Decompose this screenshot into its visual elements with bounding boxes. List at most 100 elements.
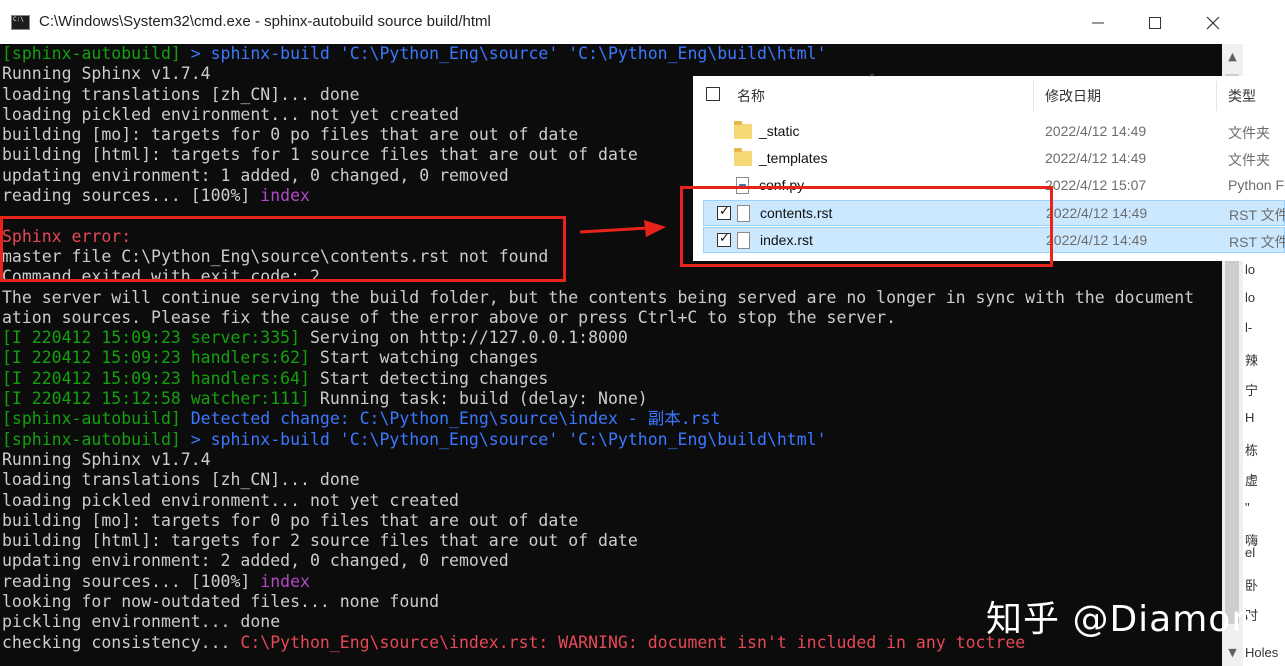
- background-text-fragment: Holes: [1245, 645, 1279, 660]
- console-segment: loading pickled environment... not yet c…: [2, 104, 459, 124]
- file-type: 文件夹: [1228, 125, 1270, 141]
- file-date: 2022/4/12 14:49: [1046, 205, 1148, 221]
- console-line: updating environment: 2 added, 0 changed…: [2, 551, 1194, 571]
- console-segment: [I 220412 15:09:23 server:335]: [2, 328, 310, 348]
- column-header: ^ 名称 修改日期 类型: [693, 73, 1285, 114]
- minimize-button[interactable]: [1075, 8, 1121, 38]
- console-line: reading sources... [100%] index: [2, 572, 1194, 592]
- background-text-fragment: 宁: [1245, 383, 1259, 398]
- console-segment: reading sources... [100%]: [2, 186, 261, 206]
- console-line: [sphinx-autobuild] > sphinx-build 'C:\Py…: [2, 430, 1194, 450]
- error-highlight-box: [0, 216, 566, 282]
- console-segment: checking consistency...: [2, 632, 241, 652]
- console-line: [I 220412 15:09:23 server:335] Serving o…: [2, 328, 1194, 348]
- background-text-fragment: lo: [1245, 262, 1256, 277]
- console-segment: The server will continue serving the bui…: [2, 287, 1195, 307]
- background-text-fragment: el: [1245, 545, 1256, 560]
- console-segment: > sphinx-build 'C:\Python_Eng\source' 'C…: [190, 429, 827, 449]
- scroll-down-icon[interactable]: ▼: [1222, 642, 1243, 662]
- console-segment: [sphinx-autobuild]: [2, 409, 191, 429]
- console-line: Running Sphinx v1.7.4: [2, 450, 1194, 470]
- file-name: _static: [759, 123, 800, 139]
- console-line: loading translations [zh_CN]... done: [2, 470, 1194, 490]
- console-segment: pickling environment...: [2, 612, 241, 632]
- console-segment: looking for now-outdated files... none f…: [2, 592, 440, 612]
- console-segment: Start detecting changes: [319, 368, 549, 388]
- maximize-button[interactable]: [1132, 8, 1178, 38]
- console-line: The server will continue serving the bui…: [2, 288, 1194, 308]
- console-segment: C:\Python_Eng\source\index.rst: WARNING:…: [240, 632, 1026, 652]
- console-segment: index: [260, 186, 310, 206]
- background-text-fragment: ": [1245, 500, 1250, 515]
- console-segment: loading translations [zh_CN]... done: [2, 84, 360, 104]
- console-line: [sphinx-autobuild] Detected change: C:\P…: [2, 409, 1194, 429]
- file-type: RST 文件: [1229, 234, 1285, 250]
- console-line: [I 220412 15:12:58 watcher:111] Running …: [2, 389, 1194, 409]
- console-segment: [sphinx-autobuild]: [2, 44, 191, 63]
- close-button[interactable]: [1190, 8, 1236, 38]
- sort-caret-icon: ^: [868, 73, 877, 84]
- files-highlight-box: [680, 186, 1053, 267]
- console-segment: updating environment: 1 added, 0 changed…: [2, 165, 509, 185]
- column-date[interactable]: 修改日期: [1045, 86, 1101, 106]
- file-date: 2022/4/12 15:07: [1045, 177, 1147, 193]
- console-segment: index: [260, 571, 310, 591]
- console-segment: loading pickled environment... not yet c…: [2, 490, 459, 510]
- background-text-fragment: 栋: [1245, 443, 1259, 458]
- background-text-fragment: 辣: [1245, 353, 1259, 368]
- folder-icon: [734, 148, 752, 166]
- maximize-icon: [1149, 17, 1161, 29]
- console-segment: done: [240, 612, 281, 632]
- scroll-up-icon[interactable]: ▲: [1222, 46, 1243, 66]
- console-segment: Running Sphinx v1.7.4: [2, 64, 211, 84]
- console-segment: Running Sphinx v1.7.4: [2, 449, 211, 469]
- console-segment: Detected change: C:\Python_Eng\source\in…: [190, 409, 721, 429]
- console-line: [I 220412 15:09:23 handlers:62] Start wa…: [2, 348, 1194, 368]
- console-segment: [I 220412 15:09:23 handlers:62]: [2, 348, 320, 368]
- file-row[interactable]: _static 2022/4/12 14:49 文件夹: [703, 119, 1285, 145]
- console-segment: Start watching changes: [319, 348, 539, 368]
- console-line: building [mo]: targets for 0 po files th…: [2, 511, 1194, 531]
- console-segment: Running task: build (delay: None): [319, 389, 648, 409]
- background-text-fragment: lo: [1245, 290, 1256, 305]
- watermark: 知乎 @Diamon: [986, 599, 1256, 640]
- column-name[interactable]: 名称: [737, 86, 765, 106]
- background-text-fragment: 虚: [1245, 473, 1259, 488]
- console-segment: [I 220412 15:09:23 handlers:64]: [2, 368, 320, 388]
- title-bar[interactable]: C:\Windows\System32\cmd.exe - sphinx-aut…: [0, 0, 1243, 45]
- cmd-icon: [11, 15, 30, 30]
- window-title: C:\Windows\System32\cmd.exe - sphinx-aut…: [39, 13, 491, 30]
- console-segment: building [html]: targets for 1 source fi…: [2, 145, 638, 165]
- file-date: 2022/4/12 14:49: [1045, 150, 1147, 166]
- console-segment: Serving on http://127.0.0.1:8000: [309, 328, 628, 348]
- file-type: Python File: [1228, 177, 1285, 193]
- console-line: [sphinx-autobuild] > sphinx-build 'C:\Py…: [2, 44, 1194, 64]
- file-type: 文件夹: [1228, 152, 1270, 168]
- console-segment: building [mo]: targets for 0 po files th…: [2, 125, 579, 145]
- close-icon: [1206, 16, 1220, 30]
- folder-icon: [734, 121, 752, 139]
- annotation-arrow-icon: [579, 220, 666, 237]
- select-all-checkbox[interactable]: [706, 87, 720, 101]
- console-segment: loading translations [zh_CN]... done: [2, 470, 360, 490]
- console-segment: reading sources... [100%]: [2, 571, 261, 591]
- console-segment: > sphinx-build 'C:\Python_Eng\source' 'C…: [190, 44, 827, 63]
- console-line: [I 220412 15:09:23 handlers:64] Start de…: [2, 369, 1194, 389]
- minimize-icon: [1092, 22, 1104, 24]
- file-date: 2022/4/12 14:49: [1046, 232, 1148, 248]
- console-segment: [sphinx-autobuild]: [2, 429, 191, 449]
- console-segment: ation sources. Please fix the cause of t…: [2, 307, 897, 327]
- console-line: building [html]: targets for 2 source fi…: [2, 531, 1194, 551]
- column-type[interactable]: 类型: [1228, 86, 1256, 106]
- console-segment: building [mo]: targets for 0 po files th…: [2, 510, 579, 530]
- file-type: RST 文件: [1229, 207, 1285, 223]
- file-name: _templates: [759, 150, 828, 166]
- console-segment: building [html]: targets for 2 source fi…: [2, 531, 638, 551]
- background-text-fragment: H: [1245, 410, 1255, 425]
- background-text-fragment: l-: [1245, 320, 1253, 335]
- console-line: ation sources. Please fix the cause of t…: [2, 308, 1194, 328]
- file-row[interactable]: _templates 2022/4/12 14:49 文件夹: [703, 146, 1285, 172]
- console-segment: updating environment: 2 added, 0 changed…: [2, 551, 509, 571]
- console-line: loading pickled environment... not yet c…: [2, 491, 1194, 511]
- console-segment: [I 220412 15:12:58 watcher:111]: [2, 389, 320, 409]
